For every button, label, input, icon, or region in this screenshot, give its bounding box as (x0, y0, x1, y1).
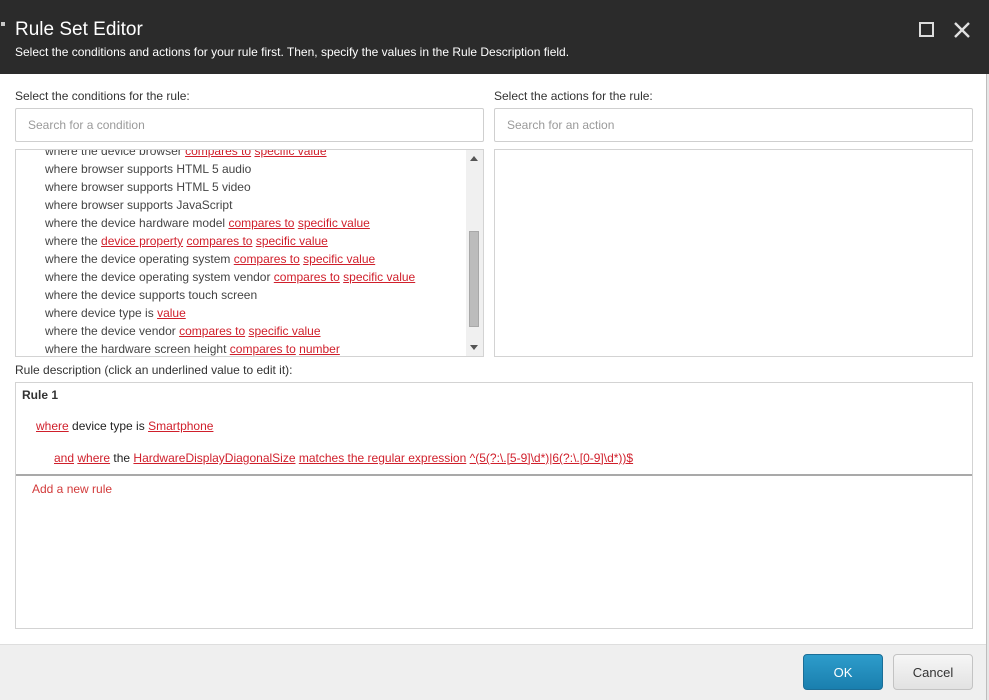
condition-value-link[interactable]: specific value (254, 150, 326, 158)
scrollbar-thumb[interactable] (469, 231, 479, 327)
conditions-items: where the device browser compares to spe… (45, 149, 465, 356)
scroll-up-arrow-icon[interactable] (470, 156, 478, 161)
condition-item[interactable]: where browser supports HTML 5 audio (45, 160, 465, 178)
cancel-button[interactable]: Cancel (893, 654, 973, 690)
rule-description-box: Rule 1 where device type is Smartphone a… (15, 382, 973, 629)
condition-value-link[interactable]: specific value (303, 252, 375, 266)
condition-text: where the device operating system (45, 252, 234, 266)
dialog-header: Rule Set Editor Select the conditions an… (0, 0, 989, 74)
condition-value-link[interactable]: value (157, 306, 186, 320)
condition-item[interactable]: where browser supports JavaScript (45, 196, 465, 214)
and-link[interactable]: and (54, 451, 74, 465)
close-button[interactable] (952, 20, 972, 40)
condition-value-link[interactable]: device property (101, 234, 183, 248)
condition-item[interactable]: where the device operating system compar… (45, 250, 465, 268)
condition-item[interactable]: where the device supports touch screen (45, 286, 465, 304)
rule-set-editor-dialog: Rule Set Editor Select the conditions an… (0, 0, 989, 700)
condition-value-link[interactable]: compares to (230, 342, 296, 356)
condition-value-link[interactable]: compares to (274, 270, 340, 284)
action-search-input[interactable] (494, 108, 973, 142)
rule-condition-line-2: and where the HardwareDisplayDiagonalSiz… (54, 451, 633, 465)
condition-text: the (110, 451, 134, 465)
add-new-rule-link[interactable]: Add a new rule (32, 482, 112, 496)
rule-divider (16, 474, 972, 476)
condition-value-link[interactable]: compares to (179, 324, 245, 338)
condition-search-input[interactable] (15, 108, 484, 142)
ok-button[interactable]: OK (803, 654, 883, 690)
conditions-list: where the device browser compares to spe… (15, 149, 484, 357)
where-link[interactable]: where (36, 419, 69, 433)
condition-item[interactable]: where the device property compares to sp… (45, 232, 465, 250)
condition-value-link[interactable]: specific value (343, 270, 415, 284)
condition-text: where the (45, 234, 102, 248)
conditions-label: Select the conditions for the rule: (15, 89, 190, 103)
rule-title: Rule 1 (22, 388, 59, 402)
condition-text: where device type is (45, 306, 158, 320)
condition-text: where the device vendor (45, 324, 180, 338)
condition-item[interactable]: where browser supports HTML 5 video (45, 178, 465, 196)
conditions-scrollbar[interactable] (466, 150, 483, 356)
condition-text: where the device browser (45, 149, 186, 158)
rule-description-label: Rule description (click an underlined va… (15, 363, 293, 377)
condition-value-link[interactable]: specific value (256, 234, 328, 248)
condition-text: where browser supports HTML 5 audio (45, 162, 252, 176)
device-type-value-link[interactable]: Smartphone (148, 419, 213, 433)
condition-value-link[interactable]: compares to (186, 234, 252, 248)
condition-item[interactable]: where the device browser compares to spe… (45, 149, 465, 160)
condition-item[interactable]: where the device hardware model compares… (45, 214, 465, 232)
condition-item[interactable]: where device type is value (45, 304, 465, 322)
dialog-footer: OK Cancel (0, 644, 986, 700)
scroll-down-arrow-icon[interactable] (470, 345, 478, 350)
condition-item[interactable]: where the device operating system vendor… (45, 268, 465, 286)
condition-text: where browser supports HTML 5 video (45, 180, 251, 194)
condition-value-link[interactable]: specific value (298, 216, 370, 230)
condition-value-link[interactable]: number (299, 342, 340, 356)
condition-text: where the device hardware model (45, 216, 229, 230)
window-menu-icon[interactable] (1, 22, 5, 26)
actions-list (494, 149, 973, 357)
close-icon (954, 22, 970, 38)
condition-text: where browser supports JavaScript (45, 198, 233, 212)
maximize-icon (919, 22, 934, 37)
condition-text: device type is (68, 419, 149, 433)
condition-value-link[interactable]: specific value (248, 324, 320, 338)
condition-item[interactable]: where the device vendor compares to spec… (45, 322, 465, 340)
condition-text: where the device supports touch screen (45, 288, 258, 302)
maximize-button[interactable] (917, 20, 937, 40)
actions-label: Select the actions for the rule: (494, 89, 653, 103)
where-link[interactable]: where (77, 451, 110, 465)
operator-link[interactable]: matches the regular expression (299, 451, 466, 465)
property-link[interactable]: HardwareDisplayDiagonalSize (133, 451, 295, 465)
condition-text: where the device operating system vendor (45, 270, 274, 284)
condition-value-link[interactable]: compares to (234, 252, 300, 266)
condition-text: where the hardware screen height (45, 342, 230, 356)
regex-value-link[interactable]: ^(5(?:\.[5-9]\d*)|6(?:\.[0-9]\d*))$ (470, 451, 633, 465)
condition-value-link[interactable]: compares to (185, 150, 251, 158)
condition-item[interactable]: where the hardware screen height compare… (45, 340, 465, 356)
dialog-subtitle: Select the conditions and actions for yo… (15, 45, 570, 59)
dialog-title: Rule Set Editor (15, 19, 143, 40)
condition-value-link[interactable]: compares to (228, 216, 294, 230)
rule-condition-line-1: where device type is Smartphone (36, 419, 213, 433)
